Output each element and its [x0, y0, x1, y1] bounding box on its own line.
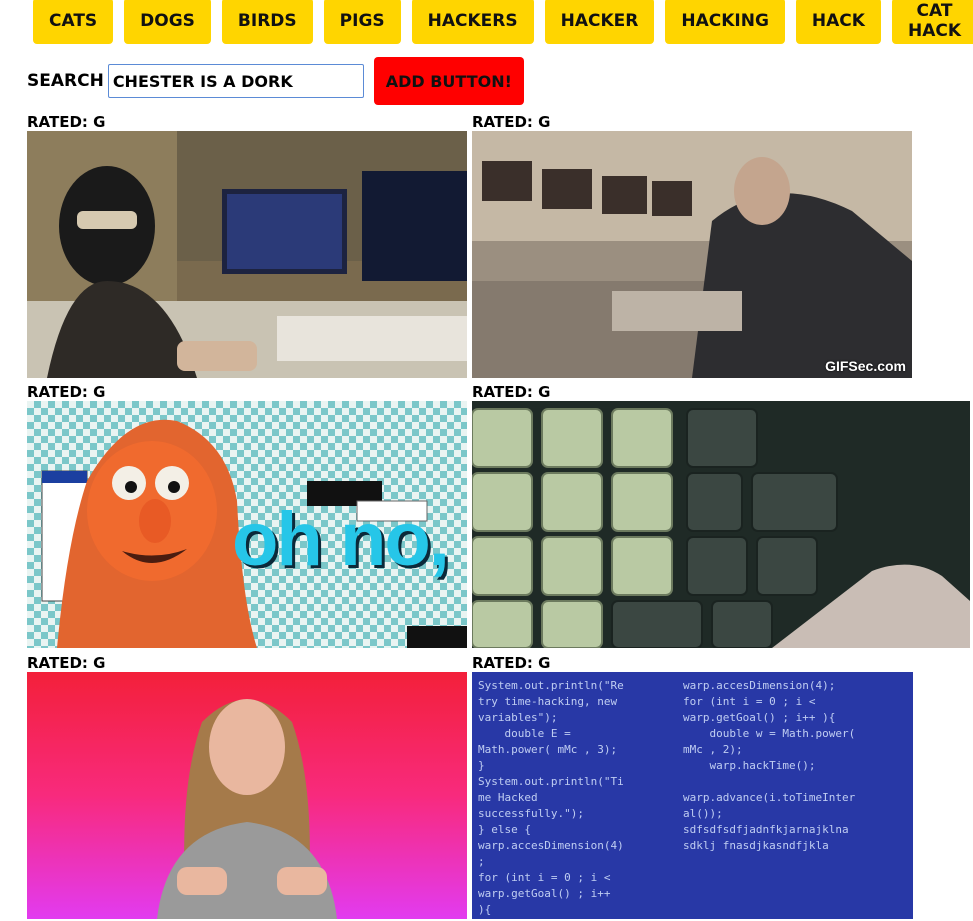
gif-rating: Rated: g [472, 654, 551, 672]
gif-rating: Rated: g [27, 654, 106, 672]
topic-button-cats[interactable]: Cats [33, 0, 114, 44]
search-label: Search [27, 71, 104, 91]
gif-code-left: System.out.println("Re try time-hacking,… [478, 679, 624, 916]
gif-rating: Rated: g [472, 113, 551, 131]
gif-image[interactable] [27, 672, 467, 919]
gif-image[interactable]: System.out.println("Re try time-hacking,… [472, 672, 913, 919]
search-input[interactable] [107, 64, 364, 98]
add-button[interactable]: Add Button! [373, 57, 524, 105]
gif-card: Rated: g [27, 654, 467, 919]
gif-image[interactable]: GIFSec.com [472, 131, 912, 378]
topic-button-hack[interactable]: Hack [795, 0, 881, 44]
gif-caption: oh no, [232, 497, 450, 582]
search-row: Search Add Button! [27, 56, 524, 106]
topic-button-birds[interactable]: Birds [221, 0, 313, 44]
gif-rating: Rated: g [27, 113, 106, 131]
topic-button-dogs[interactable]: Dogs [124, 0, 211, 44]
gif-image[interactable] [472, 401, 970, 648]
gif-rating: Rated: g [27, 383, 106, 401]
gif-watermark: GIFSec.com [825, 358, 906, 374]
gif-rating: Rated: g [472, 383, 551, 401]
topic-button-hacker[interactable]: Hacker [544, 0, 655, 44]
gif-card: Rated: g System.out.println("Re try time… [472, 654, 913, 919]
gif-card: Rated: g [27, 113, 467, 378]
topic-button-hacking[interactable]: Hacking [665, 0, 785, 44]
topic-button-cat-hack[interactable]: Cat Hack [891, 0, 973, 44]
gif-code-right: warp.accesDimension(4); for (int i = 0 ;… [683, 679, 856, 852]
topic-button-pigs[interactable]: Pigs [323, 0, 401, 44]
gif-card: Rated: g oh no, [27, 383, 467, 648]
gif-image[interactable]: oh no, [27, 401, 467, 648]
gif-card: Rated: g [472, 383, 970, 648]
gif-card: Rated: g GIFSec.com [472, 113, 912, 378]
gif-image[interactable] [27, 131, 467, 378]
topic-button-hackers[interactable]: Hackers [411, 0, 534, 44]
topic-button-bar: Cats Dogs Birds Pigs Hackers Hacker Hack… [33, 0, 973, 46]
